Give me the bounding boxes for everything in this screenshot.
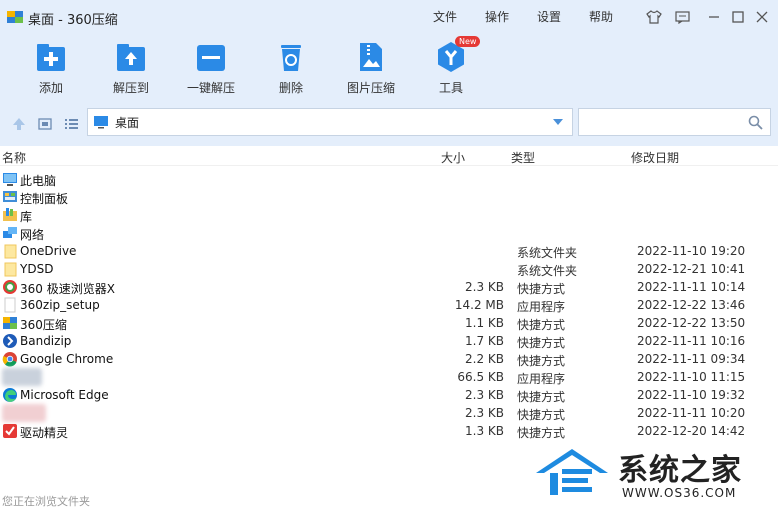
column-header: 名称 大小 类型 修改日期 <box>0 146 778 166</box>
list-item[interactable]: 360压缩 1.1 KB 快捷方式 2022-12-22 13:50 <box>0 314 778 332</box>
blurred-icon <box>2 368 42 386</box>
driver-genius-icon <box>3 424 17 438</box>
list-item[interactable]: 360 极速浏览器X 2.3 KB 快捷方式 2022-11-11 10:14 <box>0 278 778 296</box>
one-click-extract-icon <box>197 45 225 71</box>
network-icon <box>3 227 17 238</box>
window-title: 桌面 - 360压缩 <box>28 13 118 28</box>
feedback-icon[interactable] <box>673 8 691 26</box>
one-click-extract-button[interactable]: 一键解压 <box>171 40 251 96</box>
close-icon[interactable] <box>753 8 771 26</box>
one-click-extract-label: 一键解压 <box>186 81 235 95</box>
360zip-icon <box>3 317 17 329</box>
360zip-logo-icon <box>7 11 23 23</box>
bandizip-icon <box>3 334 17 348</box>
address-bar: 桌面 <box>0 102 778 146</box>
search-icon[interactable] <box>748 115 763 130</box>
address-field[interactable]: 桌面 <box>87 108 573 136</box>
add-button[interactable]: 添加 <box>11 40 91 96</box>
status-text: 您正在浏览文件夹 <box>2 495 90 508</box>
watermark: 系统之家 WWW.OS36.COM <box>532 443 772 505</box>
column-name[interactable]: 名称 <box>2 149 26 166</box>
minimize-icon[interactable] <box>705 8 723 26</box>
list-item[interactable]: Microsoft Edge 2.3 KB 快捷方式 2022-11-10 19… <box>0 386 778 404</box>
image-compress-icon <box>360 43 382 71</box>
maximize-icon[interactable] <box>729 8 747 26</box>
tools-button[interactable]: New 工具 <box>411 36 491 96</box>
chevron-down-icon[interactable] <box>552 118 564 126</box>
installer-icon <box>4 297 16 313</box>
list-item[interactable]: 66.5 KB 应用程序 2022-11-10 11:15 <box>0 368 778 386</box>
delete-label: 删除 <box>278 81 303 95</box>
list-item[interactable]: YDSD 系统文件夹 2022-12-21 10:41 <box>0 260 778 278</box>
library-icon <box>3 208 17 221</box>
computer-icon <box>3 173 17 186</box>
title-bar: 桌面 - 360压缩 文件 操作 设置 帮助 <box>0 0 778 34</box>
menu-help[interactable]: 帮助 <box>589 8 613 25</box>
address-path: 桌面 <box>115 115 140 130</box>
folder-icon <box>4 244 17 259</box>
search-input[interactable] <box>583 109 743 133</box>
add-archive-icon <box>37 44 65 71</box>
list-item[interactable]: OneDrive 系统文件夹 2022-11-10 19:20 <box>0 242 778 260</box>
house-logo-icon <box>536 449 608 495</box>
list-item[interactable]: 2.3 KB 快捷方式 2022-11-11 10:20 <box>0 404 778 422</box>
column-size[interactable]: 大小 <box>441 149 465 166</box>
list-item[interactable]: 库 <box>0 206 778 224</box>
new-badge: New <box>455 36 481 47</box>
list-item[interactable]: 此电脑 <box>0 170 778 188</box>
list-item[interactable]: 网络 <box>0 224 778 242</box>
column-type[interactable]: 类型 <box>511 149 535 166</box>
list-item[interactable]: 360zip_setup 14.2 MB 应用程序 2022-12-22 13:… <box>0 296 778 314</box>
toolbar: 添加 解压到 一键解压 删除 图片压缩 New 工具 <box>0 34 778 102</box>
search-field[interactable] <box>578 108 771 136</box>
image-compress-button[interactable]: 图片压缩 <box>331 40 411 96</box>
column-modified[interactable]: 修改日期 <box>631 149 679 166</box>
list-view-icon[interactable] <box>63 116 79 132</box>
360-browser-icon <box>3 280 17 294</box>
list-item[interactable]: 控制面板 <box>0 188 778 206</box>
extract-to-button[interactable]: 解压到 <box>91 40 171 96</box>
up-arrow-icon[interactable] <box>11 116 27 132</box>
watermark-title: 系统之家 <box>618 453 742 488</box>
recycle-bin-icon <box>281 45 301 71</box>
menu-settings[interactable]: 设置 <box>537 8 561 25</box>
skin-icon[interactable] <box>645 8 663 26</box>
extract-to-label: 解压到 <box>112 81 149 95</box>
menu-operation[interactable]: 操作 <box>485 8 509 25</box>
edge-icon <box>3 388 17 402</box>
blurred-icon <box>2 404 46 422</box>
extract-to-icon <box>117 44 145 71</box>
tools-label: 工具 <box>438 81 463 95</box>
folder-icon <box>4 262 17 277</box>
list-item[interactable]: Google Chrome 2.2 KB 快捷方式 2022-11-11 09:… <box>0 350 778 368</box>
image-compress-label: 图片压缩 <box>346 81 395 95</box>
menu-file[interactable]: 文件 <box>433 8 457 25</box>
list-item[interactable]: Bandizip 1.7 KB 快捷方式 2022-11-11 10:16 <box>0 332 778 350</box>
delete-button[interactable]: 删除 <box>251 40 331 96</box>
watermark-url: WWW.OS36.COM <box>622 486 737 500</box>
chrome-icon <box>2 352 17 367</box>
desktop-icon <box>94 116 108 129</box>
control-panel-icon <box>3 191 17 202</box>
add-label: 添加 <box>38 81 63 95</box>
list-item[interactable]: 驱动精灵 1.3 KB 快捷方式 2022-12-20 14:42 <box>0 422 778 440</box>
thumbnail-view-icon[interactable] <box>37 116 53 132</box>
